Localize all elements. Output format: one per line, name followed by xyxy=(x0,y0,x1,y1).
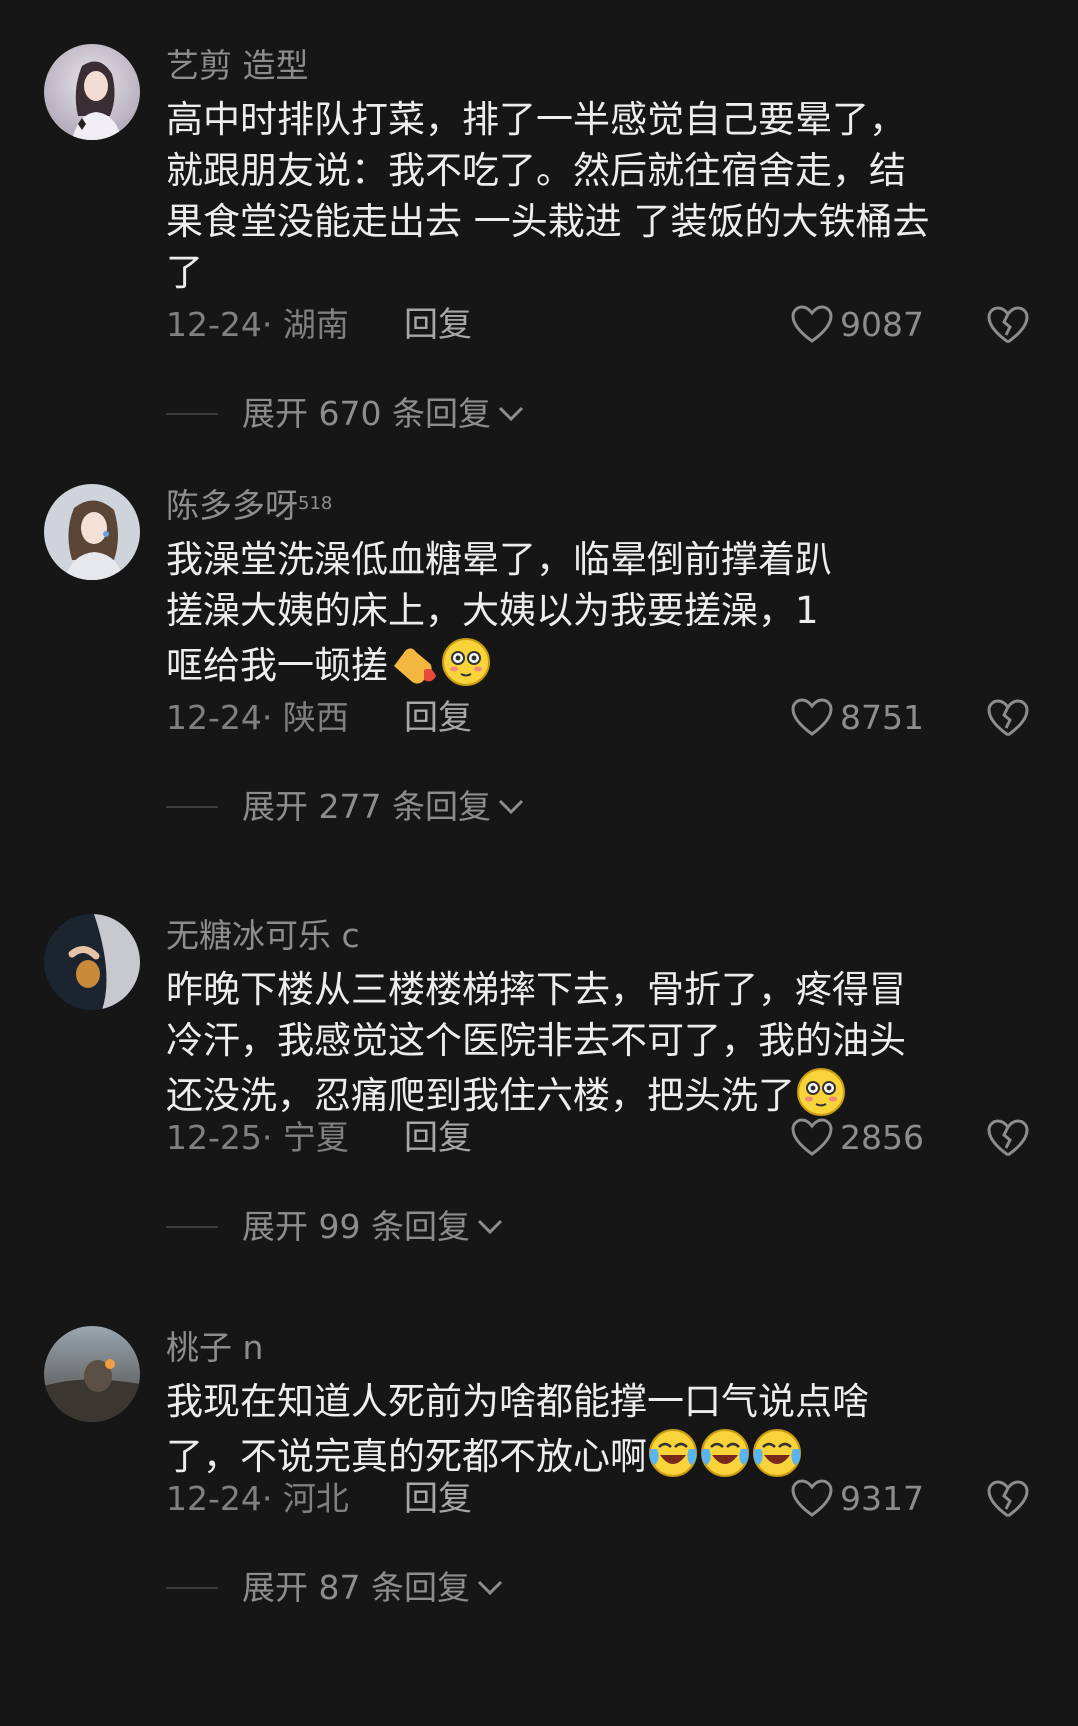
username[interactable]: 桃子 n xyxy=(166,1328,263,1368)
comment-item: 桃子 n 我现在知道人死前为啥都能撑一口气说点啥 了，不说完真的死都不放心啊 1… xyxy=(0,1326,1078,1726)
avatar[interactable] xyxy=(44,1326,140,1422)
username[interactable]: 艺剪 造型 xyxy=(166,46,309,86)
username[interactable]: 无糖冰可乐 c xyxy=(166,916,360,956)
divider-line xyxy=(166,1226,218,1228)
broken-heart-icon xyxy=(986,1116,1030,1160)
comment-line: 昨晚下楼从三楼楼梯摔下去，骨折了，疼得冒 xyxy=(166,968,906,1011)
like-count: 9087 xyxy=(840,305,924,344)
expand-replies-label: 展开 670 条回复 xyxy=(242,394,491,433)
flushed-emoji xyxy=(440,636,492,688)
comment-line: 了，不说完真的死都不放心啊 xyxy=(166,1427,1026,1482)
like-button[interactable]: 8751 xyxy=(790,698,924,738)
comment-line: 冷汗，我感觉这个医院非去不可了，我的油头 xyxy=(166,1019,906,1062)
comment-line: 还没洗，忍痛爬到我住六楼，把头洗了 xyxy=(166,1066,1026,1121)
dislike-button[interactable] xyxy=(986,1116,1030,1160)
crying-laugh-emoji xyxy=(699,1427,751,1479)
like-button[interactable]: 2856 xyxy=(790,1118,924,1158)
broken-heart-icon xyxy=(986,303,1030,347)
crying-laugh-emoji xyxy=(647,1427,699,1479)
username[interactable]: 陈多多呀518 xyxy=(166,486,332,526)
heart-icon xyxy=(790,1479,834,1519)
chevron-down-icon xyxy=(497,404,525,424)
reply-button[interactable]: 回复 xyxy=(404,698,472,738)
comment-text: 我现在知道人死前为啥都能撑一口气说点啥 了，不说完真的死都不放心啊 xyxy=(166,1376,1026,1482)
expand-replies-label: 展开 277 条回复 xyxy=(242,787,491,826)
avatar[interactable] xyxy=(44,914,140,1010)
comment-line: 哐给我一顿搓 xyxy=(166,636,1026,691)
reply-button[interactable]: 回复 xyxy=(404,1118,472,1158)
dislike-button[interactable] xyxy=(986,696,1030,740)
comment-date-location: 12-24· 湖南 xyxy=(166,305,349,344)
comment-line: 搓澡大姨的床上，大姨以为我要搓澡，1 xyxy=(166,589,819,632)
expand-replies[interactable]: 展开 87 条回复 xyxy=(166,1568,504,1608)
divider-line xyxy=(166,413,218,415)
like-count: 9317 xyxy=(840,1479,924,1518)
comment-line: 果食堂没能走出去 一头栽进 了装饭的大铁桶去 xyxy=(166,200,930,243)
comment-text: 我澡堂洗澡低血糖晕了，临晕倒前撑着趴 搓澡大姨的床上，大姨以为我要搓澡，1 哐给… xyxy=(166,534,1026,691)
avatar[interactable] xyxy=(44,44,140,140)
heart-icon xyxy=(790,698,834,738)
like-count: 8751 xyxy=(840,698,924,737)
expand-replies[interactable]: 展开 670 条回复 xyxy=(166,394,525,434)
broken-heart-icon xyxy=(986,1477,1030,1521)
divider-line xyxy=(166,1587,218,1589)
comment-line: 我澡堂洗澡低血糖晕了，临晕倒前撑着趴 xyxy=(166,538,832,581)
avatar[interactable] xyxy=(44,484,140,580)
broken-heart-icon xyxy=(986,696,1030,740)
like-button[interactable]: 9317 xyxy=(790,1479,924,1519)
comment-line: 我现在知道人死前为啥都能撑一口气说点啥 xyxy=(166,1380,869,1423)
reply-button[interactable]: 回复 xyxy=(404,305,472,345)
comment-item: 陈多多呀518 我澡堂洗澡低血糖晕了，临晕倒前撑着趴 搓澡大姨的床上，大姨以为我… xyxy=(0,484,1078,884)
comment-line: 就跟朋友说：我不吃了。然后就往宿舍走，结 xyxy=(166,149,906,192)
comment-date-location: 12-24· 河北 xyxy=(166,1479,349,1518)
comment-line: 高中时排队打菜，排了一半感觉自己要晕了， xyxy=(166,98,906,141)
expand-replies[interactable]: 展开 277 条回复 xyxy=(166,787,525,827)
comment-item: 无糖冰可乐 c 昨晚下楼从三楼楼梯摔下去，骨折了，疼得冒 冷汗，我感觉这个医院非… xyxy=(0,914,1078,1314)
chevron-down-icon xyxy=(497,797,525,817)
dislike-button[interactable] xyxy=(986,1477,1030,1521)
dislike-button[interactable] xyxy=(986,303,1030,347)
point-emoji xyxy=(388,636,440,688)
heart-icon xyxy=(790,1118,834,1158)
comment-date-location: 12-24· 陕西 xyxy=(166,698,349,737)
comment-item: 艺剪 造型 高中时排队打菜，排了一半感觉自己要晕了， 就跟朋友说：我不吃了。然后… xyxy=(0,44,1078,444)
like-count: 2856 xyxy=(840,1118,924,1157)
divider-line xyxy=(166,806,218,808)
expand-replies[interactable]: 展开 99 条回复 xyxy=(166,1207,504,1247)
flushed-emoji xyxy=(795,1066,847,1118)
comment-date-location: 12-25· 宁夏 xyxy=(166,1118,349,1157)
expand-replies-label: 展开 99 条回复 xyxy=(242,1207,470,1246)
comment-text: 昨晚下楼从三楼楼梯摔下去，骨折了，疼得冒 冷汗，我感觉这个医院非去不可了，我的油… xyxy=(166,964,1026,1121)
expand-replies-label: 展开 87 条回复 xyxy=(242,1568,470,1607)
comment-line: 了 xyxy=(166,251,203,294)
comment-text: 高中时排队打菜，排了一半感觉自己要晕了， 就跟朋友说：我不吃了。然后就往宿舍走，… xyxy=(166,94,1026,298)
chevron-down-icon xyxy=(476,1578,504,1598)
like-button[interactable]: 9087 xyxy=(790,305,924,345)
fan-badge: 518 xyxy=(298,493,333,514)
reply-button[interactable]: 回复 xyxy=(404,1479,472,1519)
heart-icon xyxy=(790,305,834,345)
crying-laugh-emoji xyxy=(751,1427,803,1479)
chevron-down-icon xyxy=(476,1217,504,1237)
